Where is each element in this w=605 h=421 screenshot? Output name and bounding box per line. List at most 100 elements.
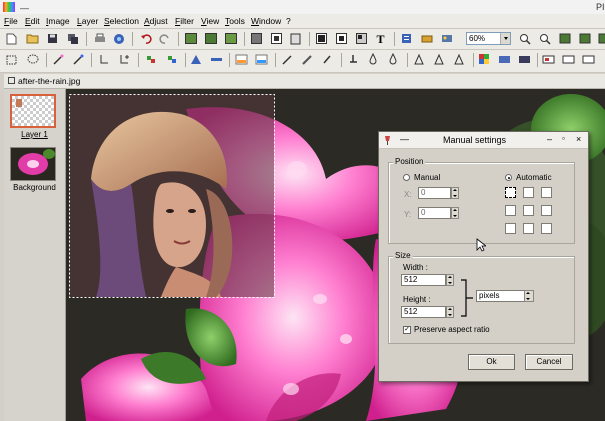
image-paste-icon[interactable]	[224, 32, 237, 45]
print-icon[interactable]	[93, 32, 106, 45]
menu-view[interactable]: View	[201, 16, 219, 26]
minimize-icon[interactable]: –	[547, 134, 552, 144]
blur-drop-icon[interactable]	[387, 53, 400, 66]
automatic-radio[interactable]	[505, 174, 512, 181]
properties-icon[interactable]	[400, 32, 413, 45]
ok-button[interactable]: Ok	[468, 354, 515, 370]
menu-filter[interactable]: Filter	[175, 16, 194, 26]
auto-level-icon[interactable]	[255, 53, 268, 66]
menu-layer[interactable]: Layer	[77, 16, 98, 26]
main-toolbar: T 60%	[0, 29, 605, 50]
anchor-bottom-center[interactable]	[523, 223, 534, 234]
close-icon[interactable]: ×	[576, 134, 581, 144]
layer-label-layer-1[interactable]: Layer 1	[4, 130, 65, 139]
text-tool-icon[interactable]: T	[374, 32, 387, 45]
size-group-title: Size	[393, 251, 413, 260]
line-tool-icon[interactable]	[562, 53, 575, 66]
sharpen-icon[interactable]	[413, 53, 426, 66]
undo-icon[interactable]	[139, 32, 152, 45]
layer-thumbnail-background[interactable]	[10, 147, 56, 181]
select-tool-icon[interactable]	[6, 53, 19, 66]
cancel-button[interactable]: Cancel	[525, 354, 573, 370]
anchor-middle-center[interactable]	[523, 205, 534, 216]
y-input[interactable]: 0	[418, 207, 451, 219]
menu-selection[interactable]: Selection	[104, 16, 139, 26]
zoom-select[interactable]: 60%	[466, 32, 511, 45]
height-spin-buttons[interactable]	[446, 306, 454, 318]
maximize-icon[interactable]: ▫	[562, 134, 565, 143]
move-selection-add-icon[interactable]	[118, 53, 131, 66]
height-input[interactable]: 512	[401, 306, 446, 318]
x-input[interactable]: 0	[418, 187, 451, 199]
zoom-out-icon[interactable]	[518, 32, 531, 45]
fullscreen-icon[interactable]	[596, 32, 605, 45]
levels-icon[interactable]	[190, 53, 203, 66]
layer-label-background[interactable]: Background	[4, 183, 65, 192]
zoom-in-icon[interactable]	[538, 32, 551, 45]
app-title-bar: — PI	[0, 0, 605, 14]
anchor-bottom-right[interactable]	[541, 223, 552, 234]
layer-thumbnail-layer-1[interactable]	[10, 94, 56, 128]
lasso-tool-icon[interactable]	[27, 53, 40, 66]
menu-edit[interactable]: Edit	[25, 16, 40, 26]
manual-radio[interactable]	[403, 174, 410, 181]
scan-icon[interactable]	[112, 32, 125, 45]
crop-icon[interactable]	[355, 32, 368, 45]
menu-adjust[interactable]: Adjust	[144, 16, 168, 26]
auto-contrast-icon[interactable]	[235, 53, 248, 66]
anchor-top-center[interactable]	[523, 187, 534, 198]
eraser-icon[interactable]	[321, 53, 334, 66]
fill-icon[interactable]	[518, 53, 531, 66]
smudge-icon[interactable]	[433, 53, 446, 66]
preserve-aspect-checkbox[interactable]: ✓	[403, 326, 411, 334]
color-picker-icon[interactable]	[145, 53, 158, 66]
anchor-top-right[interactable]	[541, 187, 552, 198]
new-file-icon[interactable]	[5, 32, 18, 45]
unit-dropdown-chevron-icon[interactable]	[524, 290, 534, 302]
menu-tools[interactable]: Tools	[225, 16, 245, 26]
y-spin-buttons[interactable]	[451, 207, 459, 219]
actual-size-icon[interactable]	[578, 32, 591, 45]
anchor-middle-right[interactable]	[541, 205, 552, 216]
grayscale-icon[interactable]	[250, 32, 263, 45]
resize-canvas-icon[interactable]	[335, 32, 348, 45]
image-cut-icon[interactable]	[184, 32, 197, 45]
menu-help[interactable]: ?	[286, 16, 291, 26]
frame-tool-icon[interactable]	[582, 53, 595, 66]
dialog-system-menu-icon[interactable]: —	[400, 134, 409, 144]
width-spin-buttons[interactable]	[446, 274, 454, 286]
dodge-icon[interactable]	[453, 53, 466, 66]
image-copy-icon[interactable]	[204, 32, 217, 45]
move-selection-icon[interactable]	[98, 53, 111, 66]
drop-icon[interactable]	[367, 53, 380, 66]
layers-panel: Layer 1 Background	[4, 89, 66, 421]
magic-wand-icon[interactable]	[52, 53, 65, 66]
save-icon[interactable]	[46, 32, 59, 45]
open-folder-icon[interactable]	[26, 32, 39, 45]
gradient-icon[interactable]	[498, 53, 511, 66]
clipboard-icon[interactable]	[289, 32, 302, 45]
anchor-bottom-left[interactable]	[505, 223, 516, 234]
x-spin-buttons[interactable]	[451, 187, 459, 199]
menu-window[interactable]: Window	[251, 16, 281, 26]
anchor-top-left[interactable]	[505, 187, 516, 198]
redo-icon[interactable]	[158, 32, 171, 45]
anchor-middle-left[interactable]	[505, 205, 516, 216]
color-swatch-icon[interactable]	[478, 53, 491, 66]
menu-image[interactable]: Image	[46, 16, 70, 26]
shape-tool-icon[interactable]	[542, 53, 555, 66]
clone-stamp-icon[interactable]	[347, 53, 360, 66]
layer-square-icon[interactable]	[270, 32, 283, 45]
menu-file[interactable]: File	[4, 16, 18, 26]
curves-icon[interactable]	[210, 53, 223, 66]
save-all-icon[interactable]	[66, 32, 79, 45]
pen-icon[interactable]	[281, 53, 294, 66]
magic-wand-add-icon[interactable]	[72, 53, 85, 66]
width-input[interactable]: 512	[401, 274, 446, 286]
palette-icon[interactable]	[440, 32, 453, 45]
resize-image-icon[interactable]	[315, 32, 328, 45]
fit-window-icon[interactable]	[558, 32, 571, 45]
brush-tool-icon[interactable]	[301, 53, 314, 66]
brush-icon[interactable]	[420, 32, 433, 45]
color-replace-icon[interactable]	[166, 53, 179, 66]
